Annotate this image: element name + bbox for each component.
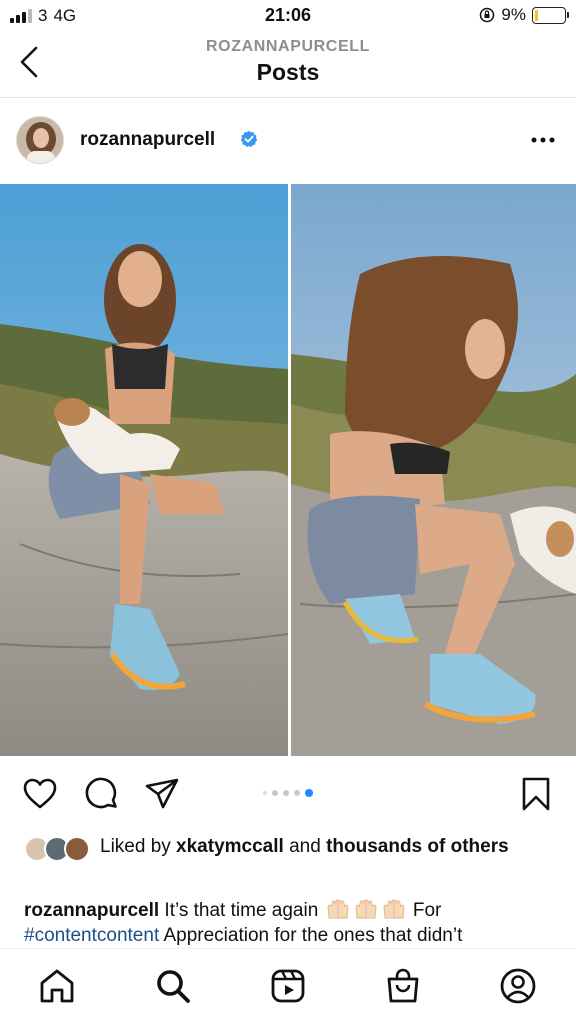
carousel-dot [283,790,289,796]
liker-avatar [64,836,90,862]
carousel-indicator [0,789,576,797]
carousel-dot [294,790,300,796]
battery-level [535,9,538,21]
raised-hands-icon [355,899,377,919]
home-icon[interactable] [38,967,76,1005]
caption-text-after: For [407,900,442,921]
caption-username[interactable]: rozannapurcell [24,900,159,921]
post-caption[interactable]: rozannapurcell It’s that time again For #… [24,898,564,948]
caption-text-tail: Appreciation for the ones that didn’t [159,925,463,946]
likes-summary[interactable]: Liked by xkatymccall and thousands of ot… [24,834,564,886]
photo-right-panel [291,184,576,756]
bookmark-icon[interactable] [518,776,554,812]
liker-username[interactable]: xkatymccall [176,836,284,857]
reels-icon[interactable] [269,967,307,1005]
header-subtitle: ROZANNAPURCELL [206,38,370,55]
status-right: 9% [479,5,569,25]
photo-left-panel [0,184,290,756]
caption-text: It’s that time again [159,900,324,921]
search-icon[interactable] [154,967,192,1005]
liker-avatars [24,836,92,864]
post-username[interactable]: rozannapurcell [80,129,215,151]
status-bar: 3 4G 21:06 9% [0,0,576,32]
page-title: Posts [256,59,320,85]
profile-icon[interactable] [499,967,537,1005]
likes-text: Liked by xkatymccall and thousands of ot… [100,834,560,859]
bottom-tab-bar [0,948,576,1024]
carousel-dot [272,790,278,796]
avatar[interactable] [16,116,64,164]
likes-middle: and [283,836,327,857]
raised-hands-icon [327,899,349,919]
battery-percent: 9% [501,5,526,24]
post-header: rozannapurcell [0,98,576,184]
likes-others[interactable]: thousands of others [326,836,509,857]
carousel-dot [263,791,267,795]
shop-icon[interactable] [384,967,422,1005]
battery-icon [532,6,569,24]
post-actions [0,770,576,820]
photo-divider [288,184,291,756]
likes-prefix: Liked by [100,836,177,857]
orientation-lock-icon [480,7,495,23]
carousel-dot [305,789,313,797]
post-image[interactable] [0,184,576,756]
caption-hashtag[interactable]: #contentcontent [24,925,159,946]
page-header: ROZANNAPURCELL Posts [0,32,576,98]
verified-badge-icon [240,130,258,148]
raised-hands-icon [383,899,405,919]
more-horizontal-icon[interactable] [530,128,556,152]
